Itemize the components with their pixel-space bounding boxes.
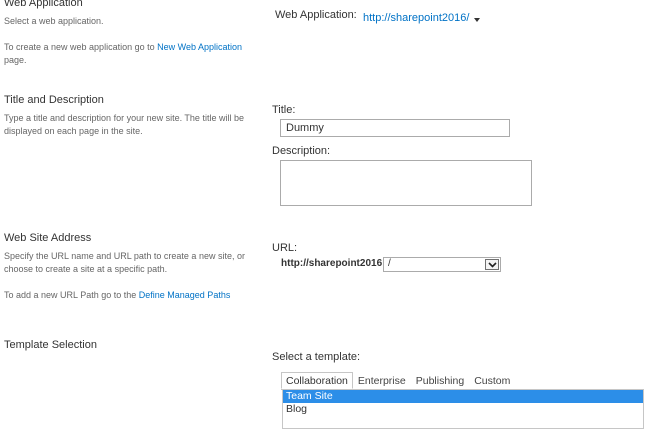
tab-custom[interactable]: Custom [469, 372, 515, 389]
define-managed-paths-link[interactable]: Define Managed Paths [139, 290, 231, 300]
web-application-selector[interactable]: http://sharepoint2016/ [363, 9, 481, 27]
managed-paths-hint: To add a new URL Path go to the Define M… [4, 289, 254, 302]
web-application-create-hint: To create a new web application go to Ne… [4, 41, 244, 67]
description-textarea[interactable] [280, 160, 532, 206]
template-selection-heading: Template Selection [4, 339, 97, 351]
url-label: URL: [272, 242, 298, 254]
template-list[interactable]: Team Site Blog [282, 389, 644, 429]
new-web-application-link[interactable]: New Web Application [157, 42, 242, 52]
title-input[interactable]: Dummy [280, 119, 510, 137]
title-description-help: Type a title and description for your ne… [4, 113, 244, 136]
caret-down-icon[interactable] [474, 9, 481, 27]
web-application-create-hint-text: To create a new web application go to [4, 42, 158, 52]
web-application-description: Select a web application. [4, 16, 104, 26]
template-tabs: Collaboration Enterprise Publishing Cust… [281, 372, 644, 390]
tab-collaboration[interactable]: Collaboration [281, 372, 353, 389]
tab-enterprise[interactable]: Enterprise [353, 372, 411, 389]
url-prefix: http://sharepoint2016 [281, 258, 383, 269]
dropdown-chevron-icon[interactable] [485, 259, 499, 270]
template-item-blog[interactable]: Blog [283, 403, 643, 416]
web-site-address-heading: Web Site Address [4, 232, 92, 244]
title-label: Title: [272, 104, 296, 116]
web-application-heading: Web Application [4, 0, 83, 9]
web-site-address-help: Specify the URL name and URL path to cre… [4, 251, 245, 274]
title-description-heading: Title and Description [4, 94, 104, 106]
description-label: Description: [272, 145, 331, 157]
web-application-label: Web Application: [275, 9, 357, 21]
managed-paths-hint-text: To add a new URL Path go to the [4, 290, 139, 300]
web-application-create-hint-suffix: page. [4, 55, 27, 65]
select-template-label: Select a template: [272, 351, 361, 363]
template-item-team-site[interactable]: Team Site [283, 390, 643, 403]
url-path-select[interactable]: / [383, 257, 501, 272]
tab-publishing[interactable]: Publishing [411, 372, 469, 389]
url-path-value: / [388, 258, 391, 269]
web-application-value[interactable]: http://sharepoint2016/ [363, 12, 469, 24]
